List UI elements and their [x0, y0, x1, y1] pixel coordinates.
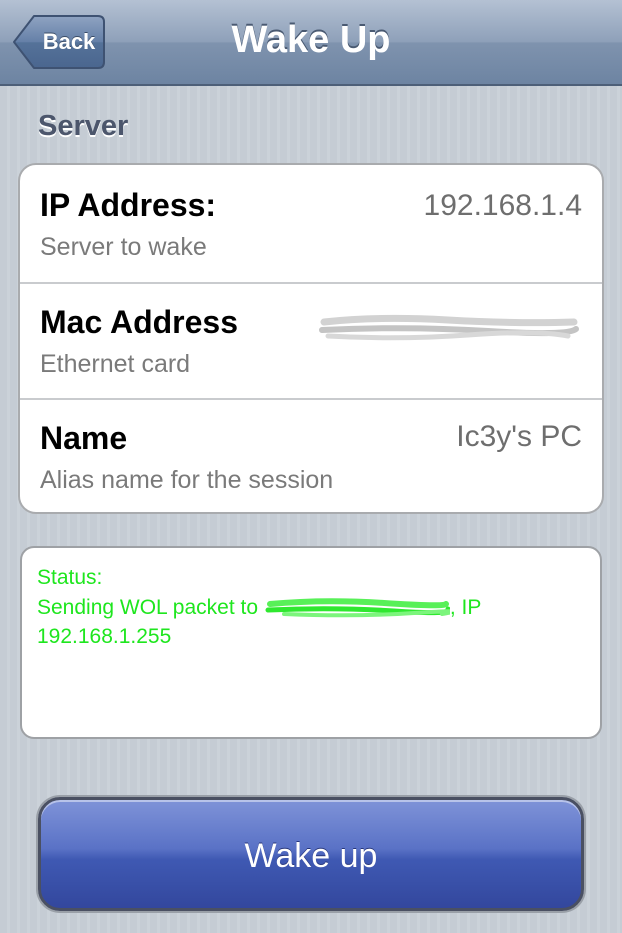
- page-title: Wake Up: [231, 19, 391, 61]
- mac-address-title: Mac Address: [40, 304, 238, 340]
- section-header-server: Server: [38, 110, 129, 142]
- name-subtitle: Alias name for the session: [40, 466, 334, 494]
- ip-address-value: 192.168.1.4: [423, 189, 582, 222]
- wake-up-button-label: Wake up: [244, 837, 378, 875]
- mac-address-subtitle: Ethernet card: [40, 350, 191, 378]
- ip-address-title: IP Address:: [40, 187, 217, 223]
- ip-address-row[interactable]: IP Address: Server to wake 192.168.1.4: [20, 165, 602, 281]
- status-message: Sending WOL packet to , IP: [37, 596, 481, 620]
- navigation-bar: Back Wake Up: [0, 0, 622, 86]
- ip-address-subtitle: Server to wake: [40, 233, 207, 261]
- status-mac-redacted: [265, 598, 450, 618]
- name-title: Name: [40, 420, 128, 456]
- status-broadcast-ip: 192.168.1.255: [37, 625, 172, 648]
- mac-address-redacted: [319, 314, 579, 341]
- status-text-area: Status: Sending WOL packet to , IP 192.1…: [20, 546, 602, 739]
- mac-address-row[interactable]: Mac Address Ethernet card: [20, 282, 602, 398]
- server-settings-group: IP Address: Server to wake 192.168.1.4 M…: [18, 163, 604, 514]
- status-message-suffix: , IP: [449, 596, 482, 619]
- status-message-prefix: Sending WOL packet to: [37, 596, 259, 619]
- name-row[interactable]: Name Alias name for the session Ic3y's P…: [20, 398, 602, 512]
- wake-up-button[interactable]: Wake up: [38, 797, 584, 911]
- name-value: Ic3y's PC: [456, 420, 582, 453]
- status-label: Status:: [37, 566, 103, 589]
